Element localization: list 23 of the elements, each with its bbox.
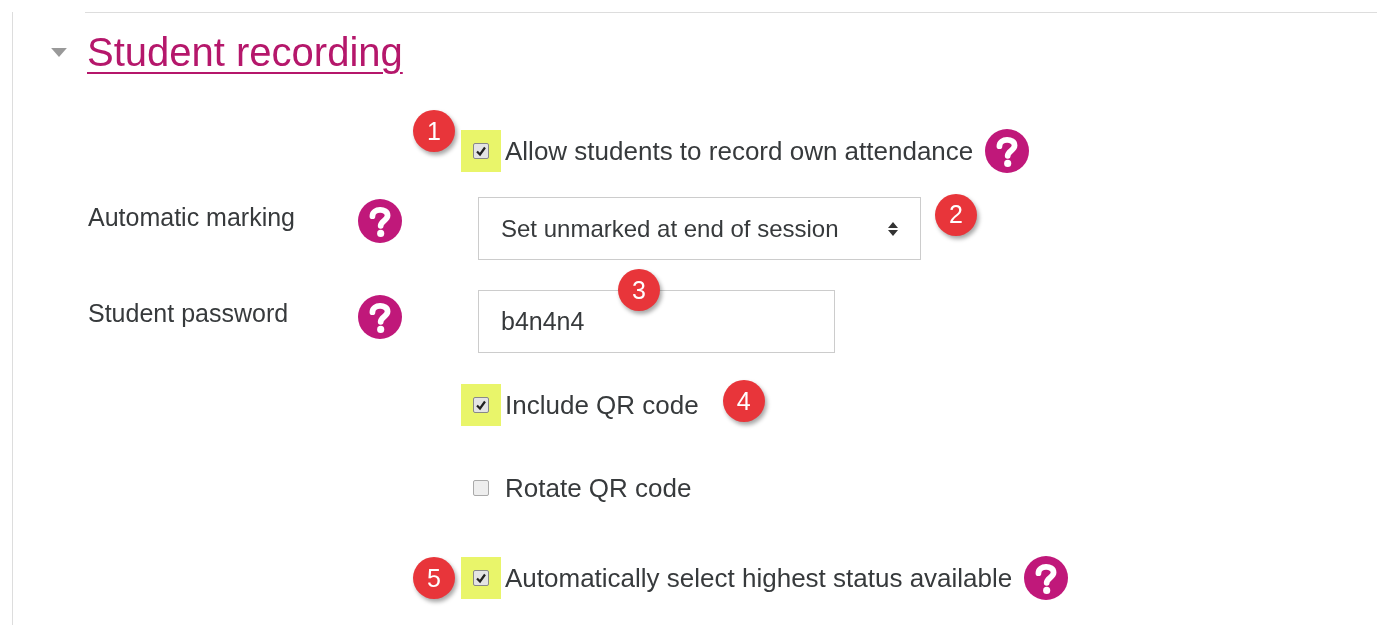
checkbox[interactable]	[473, 143, 489, 159]
callout-badge: 2	[935, 193, 977, 236]
select-dropdown[interactable]: Set unmarked at end of session	[478, 197, 921, 260]
help-icon[interactable]	[358, 199, 402, 243]
checkbox-label: Automatically select highest status available	[505, 562, 1013, 594]
checkbox-label: Rotate QR code	[505, 472, 692, 504]
collapse-icon[interactable]	[51, 47, 67, 57]
checkbox[interactable]	[473, 570, 489, 586]
section-title[interactable]: Student recording	[87, 29, 403, 75]
field-label: Student password	[88, 299, 290, 328]
callout-badge: 4	[722, 380, 765, 422]
help-icon[interactable]	[358, 295, 402, 339]
checkbox[interactable]	[473, 397, 489, 413]
checkbox-label: Allow students to record own attendance	[505, 135, 974, 167]
checkbox[interactable]	[473, 480, 489, 496]
field-label: Automatic marking	[88, 203, 297, 232]
callout-badge: 1	[413, 110, 455, 152]
callout-badge: 5	[413, 557, 455, 599]
checkbox-label: Include QR code	[505, 389, 699, 421]
callout-badge: 3	[618, 269, 660, 311]
help-icon[interactable]	[1024, 556, 1069, 600]
sort-arrows-icon	[888, 221, 898, 236]
help-icon[interactable]	[985, 129, 1030, 173]
